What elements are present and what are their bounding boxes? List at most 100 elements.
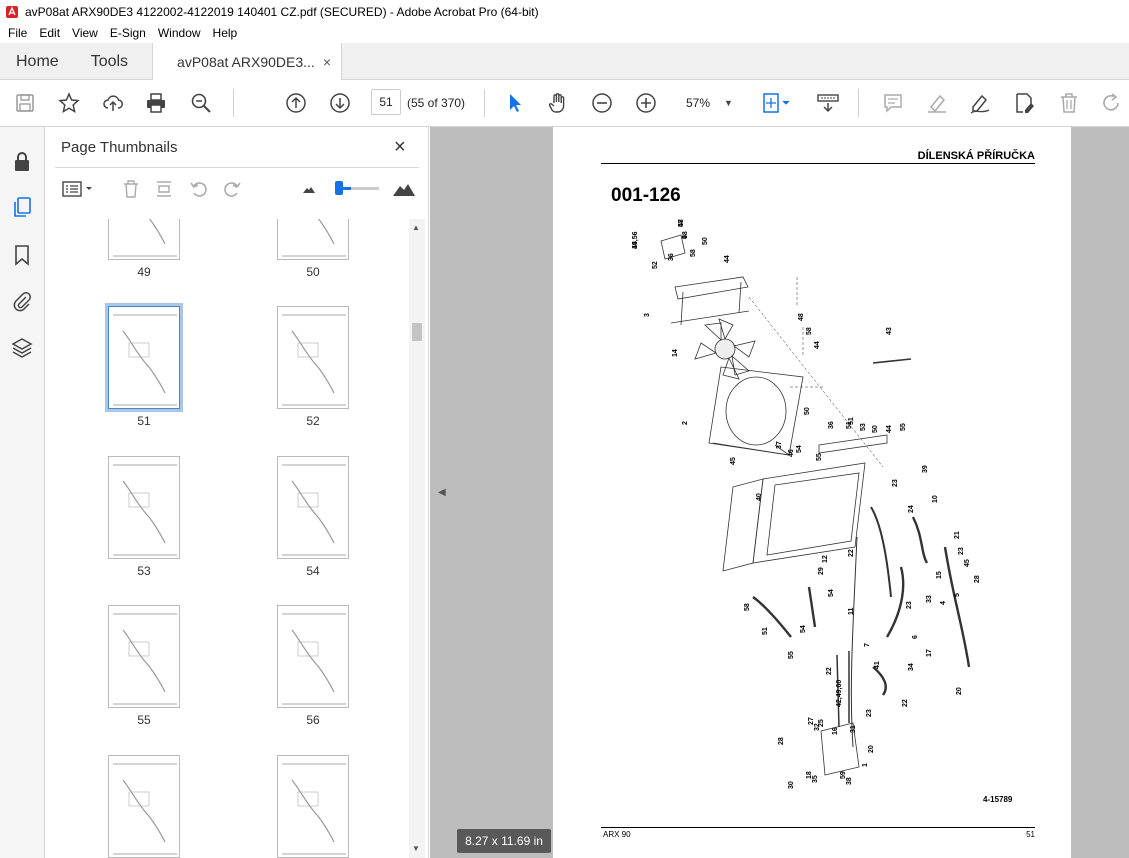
tab-home[interactable]: Home [0, 43, 75, 80]
scroll-up-icon[interactable]: ▲ [412, 223, 420, 232]
diagram-callout: 40 [756, 493, 763, 501]
page-thumbnail[interactable] [277, 456, 349, 559]
page-thumbnail[interactable] [277, 219, 349, 260]
print-icon[interactable] [143, 90, 169, 116]
diagram-callout: 50 [872, 425, 879, 433]
upload-icon[interactable] [100, 90, 126, 116]
thumbnail-page-label: 55 [137, 713, 151, 727]
redo-icon[interactable] [1099, 90, 1125, 116]
zoom-search-icon[interactable] [188, 90, 214, 116]
close-panel-icon[interactable]: × [394, 136, 406, 159]
rotate-left-icon[interactable] [187, 177, 211, 201]
diagram-callout: 34 [908, 663, 915, 671]
diagram-callout: 10 [932, 495, 939, 503]
collapse-panel-icon[interactable]: ◀ [438, 487, 446, 498]
diagram-callout: 36 [668, 253, 675, 261]
comment-icon[interactable] [880, 90, 906, 116]
diagram-callout: 48 [798, 313, 805, 321]
page-thumbnail[interactable] [108, 219, 180, 260]
diagram-callout: 52 [652, 261, 659, 269]
tab-tools[interactable]: Tools [75, 43, 144, 80]
page-thumbnail[interactable] [105, 303, 183, 412]
bookmark-icon[interactable] [10, 243, 34, 267]
sign-icon[interactable] [967, 90, 993, 116]
zoom-value: 57% [686, 96, 711, 110]
tab-document[interactable]: avP08at ARX90DE3... × [152, 43, 342, 81]
title-bar: avP08at ARX90DE3 4122002-4122019 140401 … [0, 0, 1129, 23]
scroll-down-icon[interactable]: ▼ [412, 844, 420, 853]
thumbnail-size-slider[interactable] [341, 187, 379, 190]
page-thumbnail[interactable] [108, 755, 180, 858]
page-down-icon[interactable] [327, 90, 353, 116]
edit-doc-icon[interactable] [1011, 90, 1037, 116]
menu-edit[interactable]: Edit [33, 26, 66, 40]
page-thumbnail[interactable] [277, 605, 349, 708]
diagram-callout: 38 [846, 777, 853, 785]
diagram-callout: 14 [672, 349, 679, 357]
toolbar-divider [858, 89, 859, 117]
diagram-callout: 20 [868, 745, 875, 753]
hand-icon[interactable] [545, 90, 571, 116]
panel-title: Page Thumbnails [61, 139, 178, 156]
large-thumbnail-icon[interactable] [391, 177, 417, 201]
diagram-callout: 58 [678, 219, 685, 227]
zoom-select[interactable]: 57% ▼ [676, 90, 742, 116]
page-thumbnail[interactable] [108, 456, 180, 559]
options-menu-icon[interactable] [60, 177, 96, 201]
close-tab-icon[interactable]: × [323, 54, 331, 70]
scrollbar-thumb[interactable] [412, 323, 422, 341]
diagram-callout: 21 [954, 531, 961, 539]
diagram-callout: 58 [690, 249, 697, 257]
menu-view[interactable]: View [66, 26, 104, 40]
diagram-callout: 6 [912, 635, 919, 639]
thumbnail-page-label: 49 [137, 265, 151, 279]
diagram-callout: 30 [788, 781, 795, 789]
select-cursor-icon[interactable] [502, 90, 528, 116]
page-up-icon[interactable] [283, 90, 309, 116]
fit-page-icon[interactable] [759, 90, 793, 116]
page-size-indicator: 8.27 x 11.69 in [457, 829, 551, 853]
page-thumbnail[interactable] [277, 755, 349, 858]
delete-icon[interactable] [1056, 90, 1082, 116]
scroll-mode-icon[interactable] [814, 90, 842, 116]
menu-esign[interactable]: E-Sign [104, 26, 152, 40]
diagram-callout: 28 [974, 575, 981, 583]
highlight-icon[interactable] [924, 90, 950, 116]
star-icon[interactable] [56, 90, 82, 116]
page-number-input[interactable]: 51 [371, 89, 401, 115]
extract-page-icon[interactable] [152, 177, 176, 201]
pdf-page: DÍLENSKÁ PŘÍRUČKA 001-126 19,56 47 9 36 … [553, 127, 1071, 858]
menu-file[interactable]: File [2, 26, 33, 40]
attachment-icon[interactable] [10, 289, 34, 313]
page-thumbnails-icon[interactable] [10, 195, 34, 219]
thumbnail-preview [282, 219, 346, 257]
thumbnail-scrollbar[interactable]: ▲ ▼ [409, 219, 425, 858]
zoom-in-icon[interactable] [633, 90, 659, 116]
lock-icon[interactable] [10, 149, 34, 173]
diagram-callout: 20 [956, 687, 963, 695]
diagram-callout: 46 [788, 449, 795, 457]
layers-icon[interactable] [10, 336, 34, 360]
thumbnail-preview [113, 314, 177, 406]
small-thumbnail-icon[interactable] [297, 177, 321, 201]
diagram-callout: 23 [866, 709, 873, 717]
diagram-callout: 55 [788, 651, 795, 659]
page-thumbnail[interactable] [108, 605, 180, 708]
menu-help[interactable]: Help [207, 26, 244, 40]
tab-bar: Home Tools avP08at ARX90DE3... × [0, 43, 1129, 81]
menu-bar: File Edit View E-Sign Window Help [0, 23, 1129, 43]
diagram-callout: 22 [848, 549, 855, 557]
delete-page-icon[interactable] [119, 177, 143, 201]
menu-window[interactable]: Window [152, 26, 207, 40]
slider-handle[interactable] [335, 181, 343, 195]
diagram-callout: 54 [800, 625, 807, 633]
rotate-right-icon[interactable] [220, 177, 244, 201]
exploded-parts-diagram: 19,5647936525058443 485844431451502 36 51 53… [632, 219, 981, 789]
diagram-callout: 55 [900, 423, 907, 431]
diagram-callout: 45 [730, 457, 737, 465]
upper-frame [674, 276, 749, 300]
save-icon[interactable] [12, 90, 38, 116]
page-thumbnail[interactable] [277, 306, 349, 409]
zoom-out-icon[interactable] [589, 90, 615, 116]
diagram-callout: 39 [922, 465, 929, 473]
